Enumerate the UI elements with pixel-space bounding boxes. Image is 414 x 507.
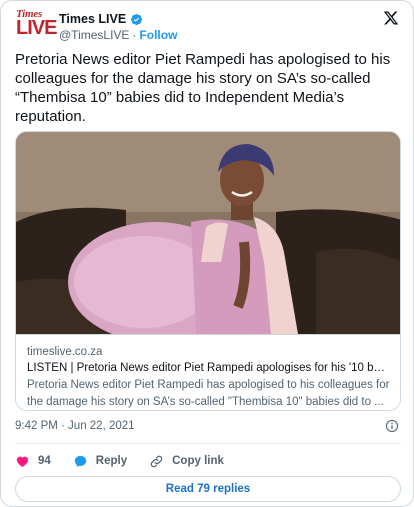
link-title: LISTEN | Pretoria News editor Piet Rampe… (27, 362, 390, 374)
reply-label: Reply (95, 455, 128, 467)
like-count: 94 (38, 455, 51, 467)
heart-icon (16, 456, 29, 467)
copy-link-button[interactable]: Copy link (149, 454, 224, 469)
divider (15, 443, 401, 444)
display-name[interactable]: Times LIVE (59, 12, 126, 26)
tweet-timestamp[interactable]: 9:42 PM · Jun 22, 2021 (15, 420, 135, 432)
avatar-brand-live: LIVE (16, 17, 57, 39)
handle-line: @TimesLIVE · Follow (59, 28, 177, 42)
tweet-header: Times LIVE Times LIVE @TimesLIVE · Follo… (15, 8, 403, 42)
copy-link-label: Copy link (172, 455, 224, 467)
tweet-text: Pretoria News editor Piet Rampedi has ap… (15, 51, 391, 125)
verified-icon (131, 13, 143, 25)
tweet-card: Times LIVE Times LIVE @TimesLIVE · Follo… (0, 0, 414, 507)
read-replies-button[interactable]: Read 79 replies (15, 476, 401, 502)
link-icon (150, 455, 163, 467)
reply-button[interactable]: Reply (73, 454, 127, 469)
separator: · (132, 28, 137, 42)
link-preview-image[interactable] (16, 132, 400, 334)
follow-link[interactable]: Follow (139, 28, 177, 42)
link-preview-card[interactable]: timeslive.co.za LISTEN | Pretoria News e… (15, 131, 401, 411)
x-logo-icon[interactable] (383, 10, 399, 26)
link-preview-meta[interactable]: timeslive.co.za LISTEN | Pretoria News e… (16, 334, 400, 410)
avatar[interactable]: Times LIVE (15, 8, 57, 40)
reply-icon (74, 455, 86, 467)
preview-photo (16, 132, 400, 334)
name-line: Times LIVE (59, 11, 143, 27)
link-domain: timeslive.co.za (27, 346, 103, 358)
link-description: Pretoria News editor Piet Rampedi has ap… (27, 379, 390, 408)
handle[interactable]: @TimesLIVE (59, 28, 129, 42)
like-button[interactable]: 94 (15, 454, 51, 469)
info-icon[interactable] (385, 419, 399, 433)
action-bar: 94 Reply Copy link (15, 451, 246, 471)
